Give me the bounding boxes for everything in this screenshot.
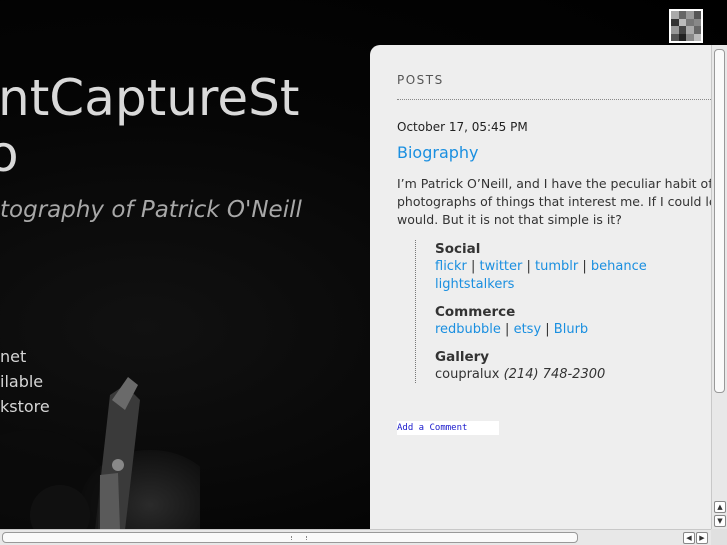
scroll-down-arrow-icon[interactable]: ▼ [714, 515, 726, 527]
lightstalkers-link[interactable]: lightstalkers [435, 277, 514, 292]
scroll-up-arrow-icon[interactable]: ▲ [714, 501, 726, 513]
posts-heading: POSTS [397, 73, 444, 87]
site-title[interactable]: ntCaptureSt o [0, 70, 368, 182]
divider [397, 99, 715, 100]
site-title-line1: ntCaptureSt [0, 70, 300, 127]
commerce-heading: Commerce [435, 304, 516, 320]
tumblr-link[interactable]: tumblr [535, 259, 578, 274]
scrollbar-corner [711, 529, 727, 545]
posts-panel: POSTS October 17, 05:45 PM Biography I’m… [370, 45, 715, 545]
gallery-phone: (214) 748-2300 [503, 367, 606, 382]
post-date: October 17, 05:45 PM [397, 120, 528, 134]
social-heading: Social [435, 241, 481, 257]
social-section: Social flickr | twitter | tumblr | behan… [435, 240, 715, 294]
site-tagline: tography of Patrick O'Neill [0, 197, 302, 223]
post-body-line: I’m Patrick O’Neill, and I have the pecu… [397, 176, 715, 191]
flickr-link[interactable]: flickr [435, 259, 467, 274]
site-title-line2: o [0, 125, 19, 182]
scroll-right-arrow-icon[interactable]: ▶ [696, 532, 708, 544]
camera-photo [0, 377, 200, 535]
gallery-name: coupralux [435, 367, 500, 382]
post-body-line: would. But it is not that simple is it? [397, 212, 622, 227]
twitter-link[interactable]: twitter [479, 259, 522, 274]
post-body: I’m Patrick O’Neill, and I have the pecu… [397, 175, 715, 229]
horizontal-scroll-thumb[interactable] [2, 532, 578, 543]
vertical-scroll-thumb[interactable] [714, 49, 725, 393]
behance-link[interactable]: behance [591, 259, 647, 274]
horizontal-scrollbar[interactable]: ◀ ▶ [0, 529, 711, 545]
gallery-heading: Gallery [435, 349, 490, 365]
add-comment-button[interactable]: Add a Comment [397, 421, 499, 435]
post-body-line: photographs of things that interest me. … [397, 194, 715, 209]
redbubble-link[interactable]: redbubble [435, 322, 501, 337]
blurb-link[interactable]: Blurb [554, 322, 588, 337]
gallery-section: Gallery coupralux (214) 748-2300 [435, 348, 715, 384]
grip-icon [291, 536, 307, 540]
avatar-icon[interactable] [669, 9, 703, 43]
links-blockquote: Social flickr | twitter | tumblr | behan… [415, 240, 715, 383]
vertical-scrollbar[interactable]: ▲ ▼ [711, 45, 727, 530]
etsy-link[interactable]: etsy [514, 322, 542, 337]
commerce-section: Commerce redbubble | etsy | Blurb [435, 303, 715, 339]
post-title-link[interactable]: Biography [397, 143, 479, 162]
scroll-left-arrow-icon[interactable]: ◀ [683, 532, 695, 544]
